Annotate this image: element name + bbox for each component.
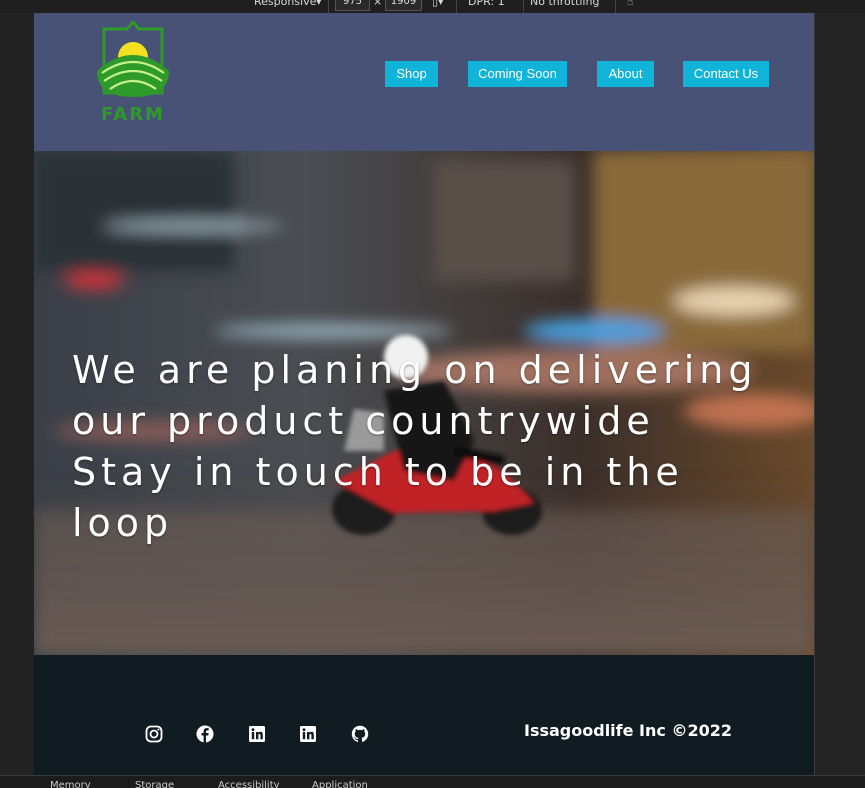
divider	[456, 0, 457, 13]
instagram-icon[interactable]	[145, 725, 163, 743]
site-footer: Issagoodlife Inc ©2022	[34, 655, 814, 775]
touch-icon[interactable]: ☝	[627, 0, 634, 8]
times-icon: ×	[373, 0, 383, 8]
hero-headline: We are planing on delivering our product…	[72, 345, 792, 549]
hero-line-2: our product countrywide	[72, 399, 655, 443]
devtools-drawer-tabs: Memory Storage Accessibility Application	[0, 775, 865, 788]
width-input[interactable]: 975	[335, 0, 370, 11]
github-icon[interactable]	[351, 725, 369, 743]
svg-text:FARM: FARM	[101, 104, 165, 125]
hero-line-4: loop	[72, 501, 174, 545]
facebook-icon[interactable]	[196, 725, 214, 743]
device-selector[interactable]: Responsive	[254, 0, 316, 8]
page-viewport: FARM Shop Coming Soon About Contact Us W…	[34, 13, 814, 775]
nav-shop-button[interactable]: Shop	[385, 61, 438, 87]
linkedin-icon[interactable]	[299, 725, 317, 743]
copyright-text: Issagoodlife Inc ©2022	[524, 721, 732, 740]
dpr-selector[interactable]: DPR: 1	[468, 0, 505, 8]
nav-coming-soon-button[interactable]: Coming Soon	[468, 61, 567, 87]
rotate-icon[interactable]: ▯▾	[432, 0, 444, 8]
nav-about-button[interactable]: About	[597, 61, 654, 87]
farm-logo[interactable]: FARM	[94, 21, 172, 125]
chevron-down-icon: ▾	[316, 0, 322, 8]
hero-line-3: Stay in touch to be in the	[72, 450, 684, 494]
throttling-selector[interactable]: No throttling	[530, 0, 599, 8]
site-header: FARM Shop Coming Soon About Contact Us	[34, 13, 814, 151]
divider	[615, 0, 616, 13]
nav-contact-button[interactable]: Contact Us	[683, 61, 769, 87]
devtools-toolbar: Responsive ▾ 975 × 1909 ▯▾ DPR: 1 No thr…	[0, 0, 865, 13]
hero-line-1: We are planing on delivering	[72, 348, 758, 392]
linkedin-icon[interactable]	[248, 725, 266, 743]
divider	[523, 0, 524, 13]
height-input[interactable]: 1909	[385, 0, 422, 11]
divider	[328, 0, 329, 13]
devtools-gutter	[814, 13, 865, 775]
hero-banner: We are planing on delivering our product…	[34, 151, 814, 655]
